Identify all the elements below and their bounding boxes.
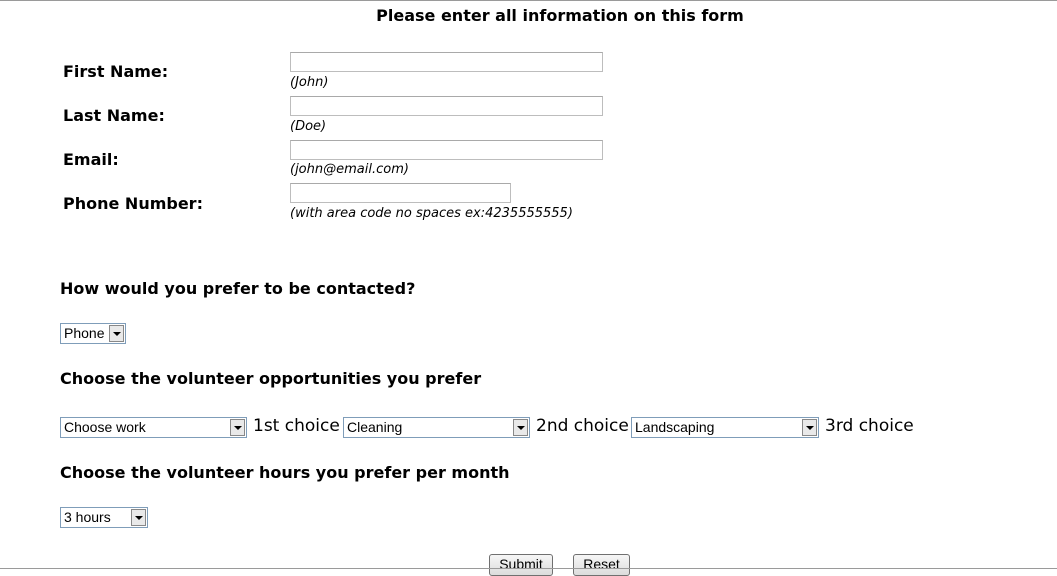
second-choice-value: Cleaning bbox=[347, 419, 403, 435]
third-choice-label: 3rd choice bbox=[825, 416, 914, 436]
hours-question: Choose the volunteer hours you prefer pe… bbox=[60, 463, 510, 482]
chevron-down-icon[interactable] bbox=[802, 419, 817, 436]
first-choice-value: Choose work bbox=[64, 419, 146, 435]
chevron-down-icon[interactable] bbox=[513, 419, 528, 436]
bottom-border bbox=[0, 568, 1057, 569]
hours-select[interactable]: 3 hours bbox=[60, 507, 148, 528]
first-choice-label: 1st choice bbox=[253, 416, 340, 436]
contact-question: How would you prefer to be contacted? bbox=[60, 279, 416, 298]
first-name-input[interactable] bbox=[290, 52, 603, 72]
first-name-hint: (John) bbox=[290, 75, 329, 90]
last-name-label: Last Name: bbox=[63, 106, 165, 125]
third-choice-value: Landscaping bbox=[635, 419, 715, 435]
top-border bbox=[0, 0, 1057, 1]
last-name-hint: (Doe) bbox=[290, 119, 327, 134]
third-choice-select[interactable]: Landscaping bbox=[631, 417, 819, 438]
second-choice-label: 2nd choice bbox=[536, 416, 629, 436]
chevron-down-icon[interactable] bbox=[230, 419, 245, 436]
chevron-down-icon[interactable] bbox=[131, 509, 146, 526]
email-input[interactable] bbox=[290, 140, 603, 160]
contact-select-value: Phone bbox=[64, 325, 105, 341]
reset-button[interactable]: Reset bbox=[573, 554, 630, 576]
phone-label: Phone Number: bbox=[63, 194, 203, 213]
phone-hint: (with area code no spaces ex:4235555555) bbox=[290, 206, 573, 221]
phone-input[interactable] bbox=[290, 183, 511, 203]
form-title: Please enter all information on this for… bbox=[376, 6, 744, 25]
opportunities-question: Choose the volunteer opportunities you p… bbox=[60, 369, 482, 388]
hours-select-value: 3 hours bbox=[64, 509, 111, 525]
first-name-label: First Name: bbox=[63, 62, 169, 81]
email-label: Email: bbox=[63, 150, 119, 169]
last-name-input[interactable] bbox=[290, 96, 603, 116]
chevron-down-icon[interactable] bbox=[109, 325, 124, 342]
email-hint: (john@email.com) bbox=[290, 162, 409, 177]
submit-button[interactable]: Submit bbox=[489, 554, 553, 576]
contact-select[interactable]: Phone bbox=[60, 323, 126, 344]
second-choice-select[interactable]: Cleaning bbox=[343, 417, 530, 438]
first-choice-select[interactable]: Choose work bbox=[60, 417, 247, 438]
